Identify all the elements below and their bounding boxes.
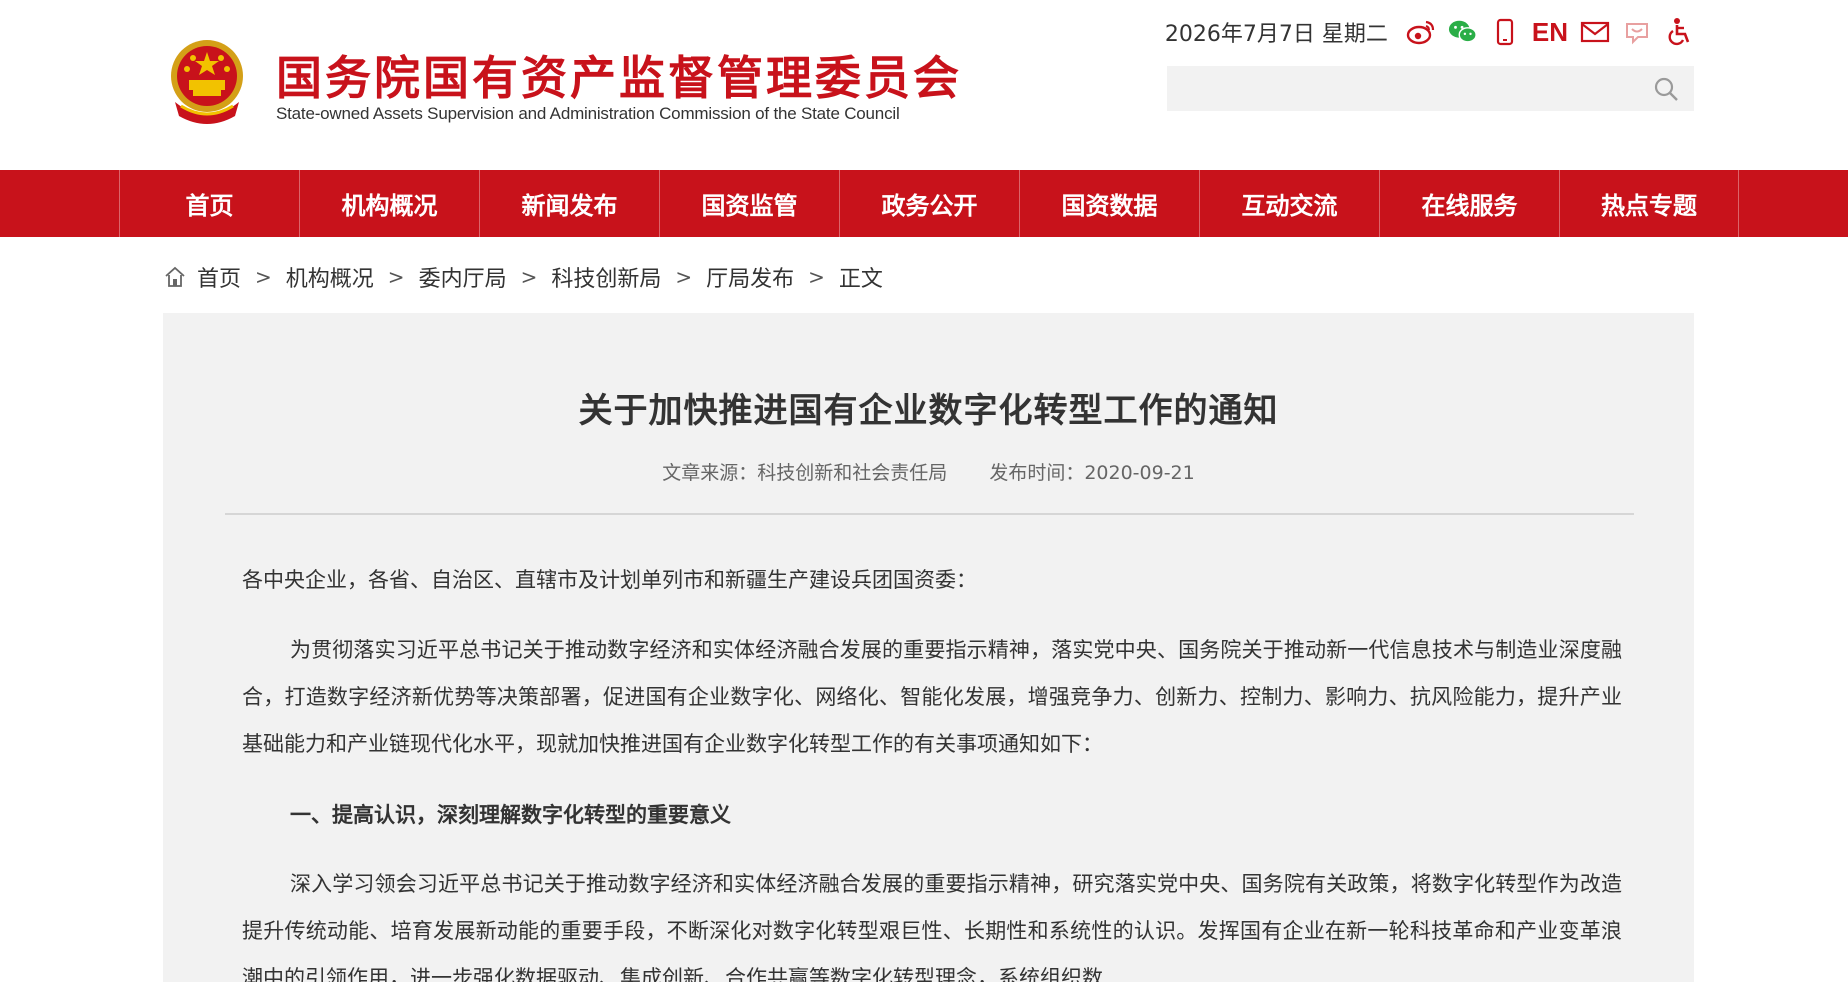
nav-item-news[interactable]: 新闻发布 <box>479 170 659 237</box>
article-title: 关于加快推进国有企业数字化转型工作的通知 <box>578 391 1279 431</box>
article-publish-date: 发布时间：2020-09-21 <box>989 462 1195 484</box>
english-site-link[interactable]: EN <box>1532 17 1568 48</box>
breadcrumb-separator: > <box>520 265 538 289</box>
article-meta: 文章来源：科技创新和社会责任局 发布时间：2020-09-21 <box>163 458 1694 485</box>
breadcrumb-home[interactable]: 首页 <box>197 261 241 293</box>
search-icon[interactable] <box>1652 75 1680 103</box>
breadcrumb-separator: > <box>387 265 405 289</box>
nav-item-hot-topics[interactable]: 热点专题 <box>1559 170 1739 237</box>
weibo-icon[interactable] <box>1406 17 1436 47</box>
title-divider <box>225 513 1634 515</box>
current-date: 2026年7月7日 星期二 <box>1164 22 1388 47</box>
top-utility-bar: 2026年7月7日 星期二 EN <box>1165 14 1694 50</box>
article-salutation: 各中央企业，各省、自治区、直辖市及计划单列市和新疆生产建设兵团国资委： <box>242 568 977 592</box>
nav-item-online-service[interactable]: 在线服务 <box>1379 170 1559 237</box>
nav-item-interaction[interactable]: 互动交流 <box>1199 170 1379 237</box>
article-source: 文章来源：科技创新和社会责任局 <box>662 462 948 484</box>
breadcrumb-bureau-releases[interactable]: 厅局发布 <box>706 261 794 293</box>
article-panel: 关于加快推进国有企业数字化转型工作的通知 文章来源：科技创新和社会责任局 发布时… <box>163 313 1694 982</box>
accessibility-icon[interactable] <box>1664 17 1694 47</box>
breadcrumb-departments[interactable]: 委内厅局 <box>419 261 507 293</box>
breadcrumb-separator: > <box>675 265 693 289</box>
main-nav-items: 首页 机构概况 新闻发布 国资监管 政务公开 国资数据 互动交流 在线服务 热点… <box>119 170 1739 237</box>
breadcrumb-tech-innovation-bureau[interactable]: 科技创新局 <box>551 261 661 293</box>
nav-item-government-affairs[interactable]: 政务公开 <box>839 170 1019 237</box>
search-box <box>1167 66 1694 111</box>
site-header: 国务院国有资产监督管理委员会 State-owned Assets Superv… <box>0 0 1848 170</box>
article-paragraph: 深入学习领会习近平总书记关于推动数字经济和实体经济融合发展的重要指示精神，研究落… <box>242 872 1622 982</box>
mail-icon[interactable] <box>1580 17 1610 47</box>
search-input[interactable] <box>1167 66 1694 111</box>
nav-item-data[interactable]: 国资数据 <box>1019 170 1199 237</box>
national-emblem-icon[interactable] <box>163 36 251 128</box>
nav-item-supervision[interactable]: 国资监管 <box>659 170 839 237</box>
mobile-icon[interactable] <box>1490 17 1520 47</box>
message-icon[interactable] <box>1622 17 1652 47</box>
nav-item-home[interactable]: 首页 <box>119 170 299 237</box>
breadcrumb-current: 正文 <box>838 267 883 292</box>
wechat-icon[interactable] <box>1448 17 1478 47</box>
site-name[interactable]: 国务院国有资产监督管理委员会 <box>276 42 962 108</box>
breadcrumb: 首页 > 机构概况 > 委内厅局 > 科技创新局 > 厅局发布 > 正文 <box>163 260 883 294</box>
breadcrumb-organization[interactable]: 机构概况 <box>286 261 374 293</box>
article-paragraph: 为贯彻落实习近平总书记关于推动数字经济和实体经济融合发展的重要指示精神，落实党中… <box>242 638 1622 756</box>
home-icon <box>165 266 185 287</box>
article-body: 各中央企业，各省、自治区、直辖市及计划单列市和新疆生产建设兵团国资委： 为贯彻落… <box>242 557 1622 982</box>
breadcrumb-separator: > <box>808 265 825 289</box>
breadcrumb-separator: > <box>255 265 272 289</box>
main-nav: 首页 机构概况 新闻发布 国资监管 政务公开 国资数据 互动交流 在线服务 热点… <box>0 170 1848 237</box>
article-section-heading: 一、提高认识，深刻理解数字化转型的重要意义 <box>290 802 731 827</box>
nav-item-organization[interactable]: 机构概况 <box>299 170 479 237</box>
site-name-en: State-owned Assets Supervision and Admin… <box>276 104 900 123</box>
